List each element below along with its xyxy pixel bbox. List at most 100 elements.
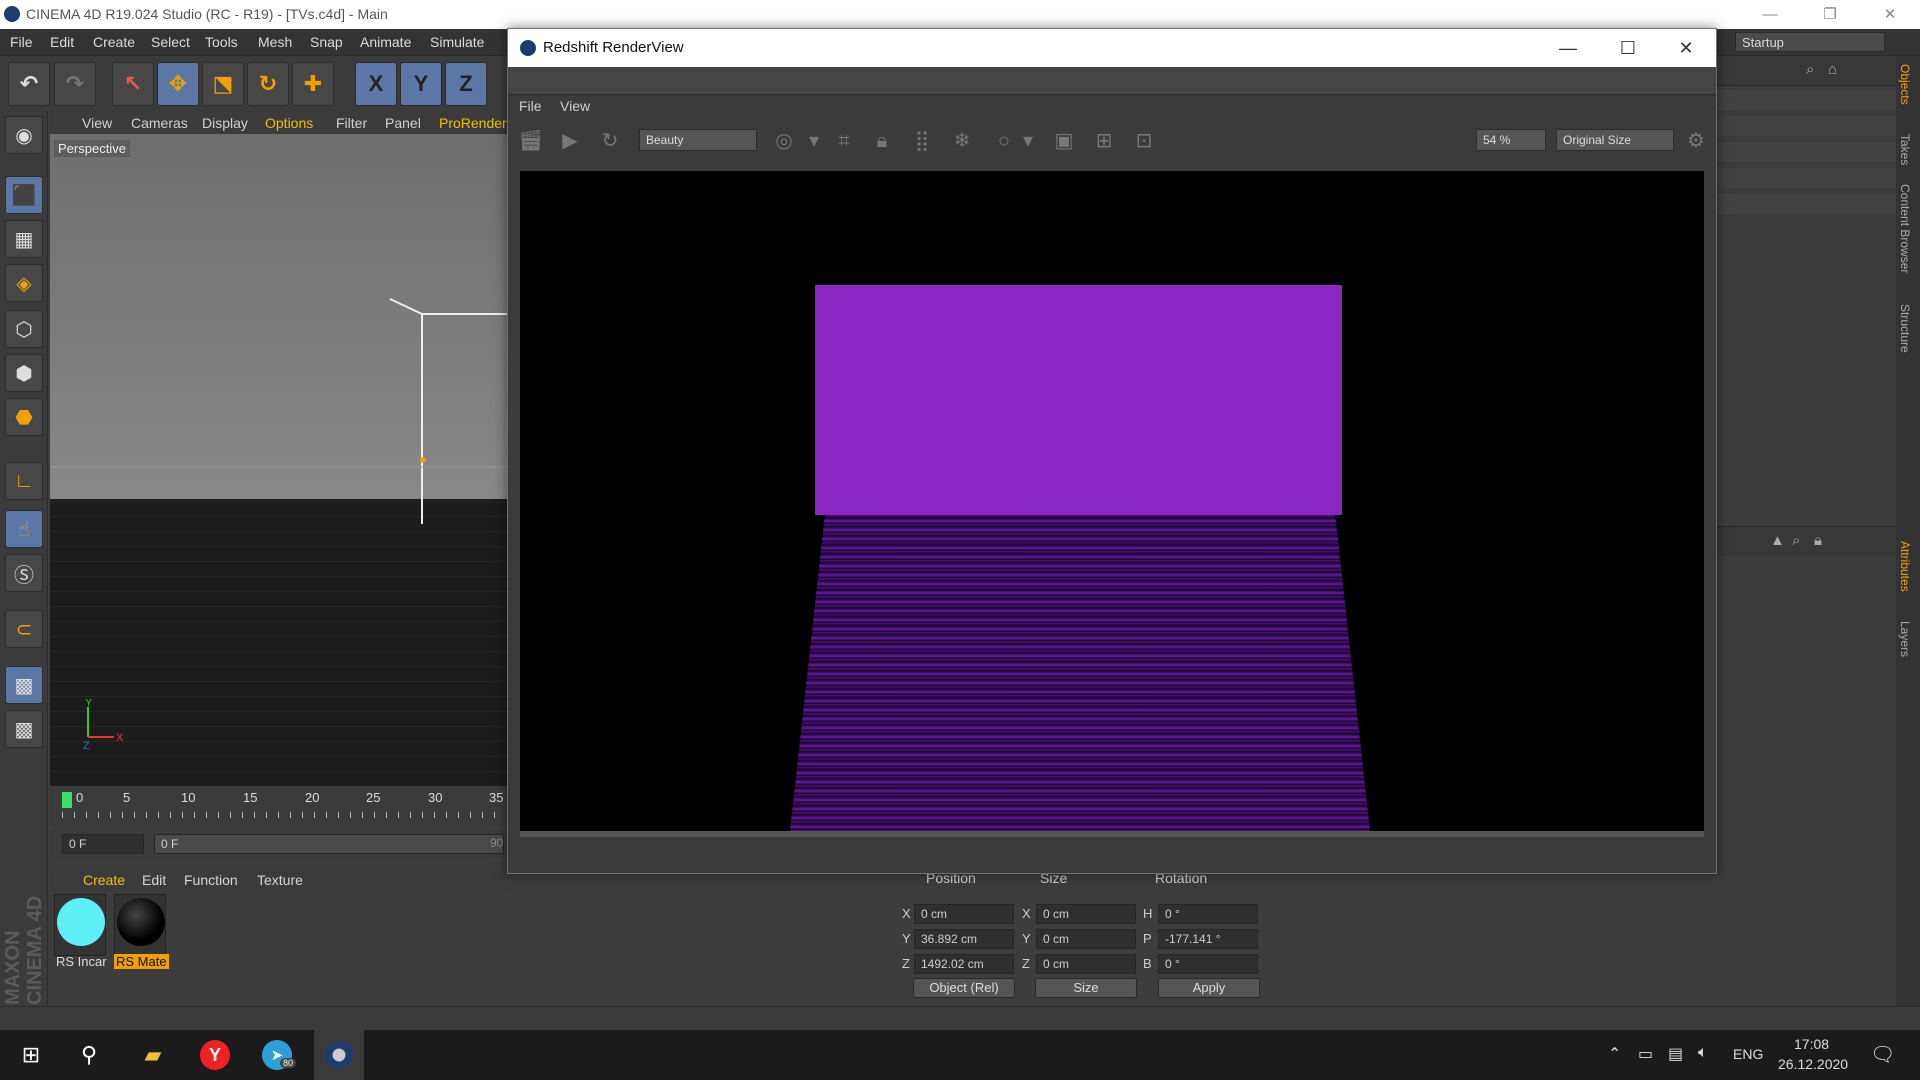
minimize-icon[interactable]: — [1538,29,1598,67]
size-y-field[interactable]: 0 cm [1036,929,1136,949]
grid-icon[interactable]: ⣿ [910,129,934,153]
minimize-icon[interactable]: — [1740,0,1800,29]
current-frame-field[interactable]: 0 F [62,834,144,854]
aov-dropdown[interactable]: Beauty [639,129,757,151]
rs-menu-view[interactable]: View [560,98,590,114]
arrow-up-icon[interactable]: ▲ [1770,532,1785,549]
image-icon[interactable]: ▣ [1052,129,1076,153]
volume-icon[interactable]: 🔈︎ [1698,1044,1708,1062]
tab-attributes[interactable]: Attributes [1898,541,1912,592]
layout-select[interactable]: Startup [1735,32,1885,52]
size-mode-dropdown[interactable]: Original Size [1556,129,1674,151]
add-icon[interactable]: ⊞ [1092,129,1116,153]
play-icon[interactable]: ▶ [558,129,582,153]
tab-layers[interactable]: Layers [1898,621,1912,657]
vp-menu-options[interactable]: Options [265,115,313,131]
rotation-p-field[interactable]: -177.141 ° [1158,929,1258,949]
windows-start-icon[interactable]: ⊞ [6,1030,56,1080]
axis-mode-icon[interactable]: ∟ [5,462,43,500]
vp-menu-cameras[interactable]: Cameras [131,115,188,131]
position-z-field[interactable]: 1492.02 cm [914,954,1014,974]
search-icon[interactable]: ⌕ [1792,532,1800,549]
create-tool-button[interactable]: ✚ [292,62,334,106]
y-axis-lock-button[interactable]: Y [400,62,442,106]
mat-menu-function[interactable]: Function [184,872,238,888]
texture-mode-icon[interactable]: ▦ [5,220,43,258]
position-y-field[interactable]: 36.892 cm [914,929,1014,949]
size-z-field[interactable]: 0 cm [1036,954,1136,974]
restore-icon[interactable]: ❐ [1800,0,1860,29]
snap-icon[interactable]: Ⓢ [5,554,43,592]
tab-content-browser[interactable]: Content Browser [1898,184,1912,273]
home-icon[interactable]: ⌂ [1828,61,1837,78]
material-rs-mate[interactable] [114,894,166,956]
close-icon[interactable]: ✕ [1656,29,1716,67]
chevron-down-icon[interactable]: ▾ [1016,129,1040,153]
vp-menu-view[interactable]: View [82,115,112,131]
vp-menu-panel[interactable]: Panel [385,115,421,131]
material-rs-incar[interactable] [54,894,106,956]
network-icon[interactable]: ▤ [1668,1044,1683,1064]
circle-icon[interactable]: ○ [992,129,1016,153]
chevron-up-icon[interactable]: ⌃ [1608,1044,1621,1064]
points-mode-icon[interactable]: ⬡ [5,310,43,348]
crop-icon[interactable]: ⌗ [832,129,856,153]
rotate-tool-button[interactable]: ↻ [247,62,289,106]
notification-icon[interactable]: 🗨︎ [1870,1042,1895,1067]
x-axis-lock-button[interactable]: X [355,62,397,106]
tab-takes[interactable]: Takes [1898,134,1912,165]
z-axis-lock-button[interactable]: Z [445,62,487,106]
tab-objects[interactable]: Objects [1898,64,1912,105]
cinema4d-taskbar-icon[interactable] [314,1030,364,1080]
menu-create[interactable]: Create [93,34,135,50]
redo-button[interactable]: ↷ [54,62,96,106]
search-icon[interactable]: ⚲ [64,1030,114,1080]
mat-menu-create[interactable]: Create [83,872,125,888]
battery-icon[interactable]: ▭ [1638,1044,1653,1064]
vp-menu-display[interactable]: Display [202,115,248,131]
timeline-playhead[interactable] [62,792,72,808]
maximize-icon[interactable]: ☐ [1598,29,1658,67]
magnet-icon[interactable]: ⊂ [5,610,43,648]
apply-button[interactable]: Apply [1158,978,1260,998]
coords-mode-dropdown[interactable]: Object (Rel) [913,978,1015,998]
render-image[interactable] [520,171,1704,831]
rotation-h-field[interactable]: 0 ° [1158,904,1258,924]
globe-icon[interactable]: ◉ [5,116,43,154]
menu-mesh[interactable]: Mesh [258,34,292,50]
telegram-icon[interactable]: ➤ 80 [252,1030,302,1080]
coords-size-dropdown[interactable]: Size [1035,978,1137,998]
language-indicator[interactable]: ENG [1733,1046,1763,1062]
close-icon[interactable]: ✕ [1860,0,1920,29]
tab-structure[interactable]: Structure [1898,304,1912,353]
gear-icon[interactable]: ⚙ [1684,129,1708,153]
mat-menu-texture[interactable]: Texture [257,872,303,888]
menu-file[interactable]: File [10,34,33,50]
scale-tool-button[interactable]: ⬔ [202,62,244,106]
lock-icon[interactable]: 🔒︎ [870,129,894,153]
snapshot-icon[interactable]: ⊡ [1132,129,1156,153]
mat-menu-edit[interactable]: Edit [142,872,166,888]
rotation-b-field[interactable]: 0 ° [1158,954,1258,974]
file-explorer-icon[interactable]: ▰ [128,1030,178,1080]
workplane-lock-icon[interactable]: ▩ [5,666,43,704]
menu-snap[interactable]: Snap [310,34,343,50]
yandex-browser-icon[interactable]: Y [190,1030,240,1080]
zoom-dropdown[interactable]: 54 % [1476,129,1546,151]
live-select-button[interactable]: ↖ [112,62,154,106]
vp-menu-prorender[interactable]: ProRender [439,115,507,131]
grid-snap-icon[interactable]: ▩ [5,710,43,748]
menu-simulate[interactable]: Simulate [430,34,484,50]
clapper-icon[interactable]: 🎬︎ [518,129,543,153]
edges-mode-icon[interactable]: ⬢ [5,354,43,392]
chevron-down-icon[interactable]: ▾ [802,129,826,153]
clock-time[interactable]: 17:08 [1794,1036,1829,1052]
tweak-mode-icon[interactable]: ☝ [5,510,43,548]
clock-date[interactable]: 26.12.2020 [1778,1056,1848,1072]
rs-menu-file[interactable]: File [519,98,542,114]
search-icon[interactable]: ⌕ [1806,61,1814,78]
rgb-channel-icon[interactable]: ◎ [772,129,796,153]
move-tool-button[interactable]: ✥ [157,62,199,106]
undo-button[interactable]: ↶ [8,62,50,106]
timeline-ruler[interactable]: 0 5 10 15 20 25 30 35 [50,786,510,826]
